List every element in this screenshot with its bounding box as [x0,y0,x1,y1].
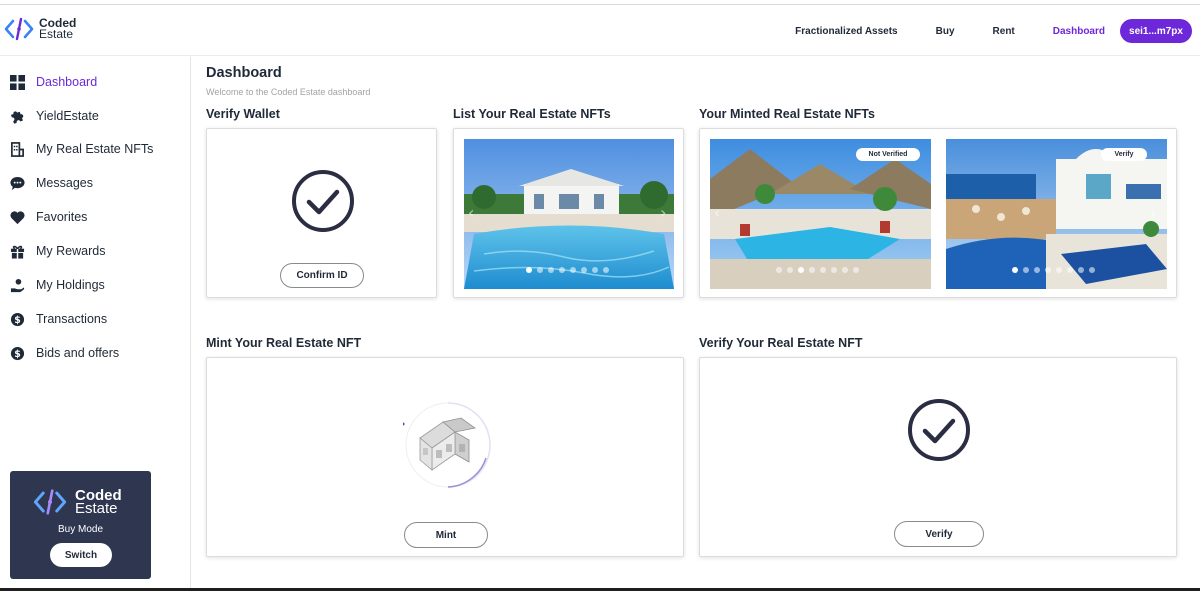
carousel-prev-icon[interactable]: ‹ [468,203,474,222]
mint-button[interactable]: Mint [404,522,488,548]
villa-pool-photo[interactable]: ‹ › [464,139,674,289]
verify-nft-title: Verify Your Real Estate NFT [699,336,863,350]
verify-nft-button[interactable]: Verify [894,521,984,547]
svg-text:$: $ [14,348,21,359]
list-nfts-card: ‹ › [453,128,684,298]
sidebar-item-label: Dashboard [36,75,98,89]
verify-nft-card: Verify [699,357,1177,557]
carousel-prev-icon[interactable]: ‹ [714,203,720,222]
sidebar-item-my-rewards[interactable]: My Rewards [9,241,105,261]
verify-wallet-card: Confirm ID [206,128,437,298]
sidebar-item-my-holdings[interactable]: My Holdings [9,275,105,295]
hand-coin-icon [9,277,25,293]
carousel-dots[interactable] [776,267,864,273]
verify-wallet-title: Verify Wallet [206,107,280,121]
carousel-next-icon[interactable]: › [1150,203,1156,222]
sidebar-item-favorites[interactable]: Favorites [9,207,87,227]
nav-fractionalized-assets[interactable]: Fractionalized Assets [795,26,897,37]
carousel-next-icon[interactable]: › [660,203,666,222]
sidebar-item-my-real-estate-nfts[interactable]: My Real Estate NFTs [9,139,153,159]
buy-mode-card: Coded Estate Buy Mode Switch [10,471,151,579]
puzzle-icon [9,108,25,124]
house-loader [401,398,491,490]
nav-rent[interactable]: Rent [993,26,1015,37]
sidebar-item-label: Favorites [36,210,88,224]
page-subtitle: Welcome to the Coded Estate dashboard [206,87,371,97]
list-nfts-title: List Your Real Estate NFTs [453,107,611,121]
dollar-circle-icon: $ [9,345,25,361]
sidebar-item-label: YieldEstate [36,109,99,123]
sidebar-item-transactions[interactable]: $ Transactions [9,309,107,329]
confirm-id-button[interactable]: Confirm ID [280,263,364,288]
code-bracket-logo-icon [33,489,67,515]
check-circle-icon [292,170,354,232]
house-3d-icon [401,402,491,488]
check-circle-icon [908,399,970,461]
sidebar-item-label: Messages [36,176,93,190]
sidebar-item-dashboard[interactable]: Dashboard [9,72,97,92]
carousel-dots[interactable] [526,267,614,273]
top-navbar: Coded Estate Fractionalized Assets Buy R… [0,6,1200,56]
sidebar-item-label: My Real Estate NFTs [36,142,154,156]
wallet-address-button[interactable]: sei1...m7px [1120,19,1192,43]
nav-buy[interactable]: Buy [936,26,955,37]
sidebar-item-messages[interactable]: Messages [9,173,93,193]
minted-nfts-title: Your Minted Real Estate NFTs [699,107,875,121]
heart-icon [9,209,25,225]
sidebar-item-label: My Holdings [36,278,105,292]
dollar-circle-icon: $ [9,311,25,327]
switch-mode-button[interactable]: Switch [50,543,112,567]
sidebar-item-bids-and-offers[interactable]: $ Bids and offers [9,343,119,363]
sidebar-item-label: Bids and offers [36,346,120,360]
verify-badge[interactable]: Verify [1101,148,1147,161]
sidebar-item-label: Transactions [36,312,108,326]
sidebar-item-yieldestate[interactable]: YieldEstate [9,106,99,126]
sidebar-item-label: My Rewards [36,244,106,258]
nav-dashboard[interactable]: Dashboard [1053,26,1105,37]
window-top-border [0,0,1200,5]
chat-icon [9,175,25,191]
mint-nft-title: Mint Your Real Estate NFT [206,336,362,350]
mode-card-logo: Coded Estate [32,487,122,517]
code-bracket-logo-icon [4,17,34,41]
grid-icon [9,74,25,90]
minted-nft-photo-2[interactable]: Verify › [946,139,1167,289]
svg-text:$: $ [14,314,21,325]
mode-card-brand-line2: Estate [75,500,118,517]
minted-nft-photo-1[interactable]: Not Verified ‹ [710,139,931,289]
gift-icon [9,243,25,259]
carousel-dots[interactable] [1012,267,1100,273]
main-nav: Fractionalized Assets Buy Rent Dashboard… [795,19,1192,43]
minted-nfts-card: Not Verified ‹ Verify › [699,128,1177,298]
sidebar: Dashboard YieldEstate My Real Estate NFT… [0,57,191,591]
brand-logo[interactable]: Coded Estate [3,16,76,42]
mode-label: Buy Mode [57,524,104,535]
building-icon [9,141,25,157]
not-verified-badge: Not Verified [856,148,920,161]
brand-name-line2: Estate [39,27,74,41]
page-title: Dashboard [206,65,282,81]
